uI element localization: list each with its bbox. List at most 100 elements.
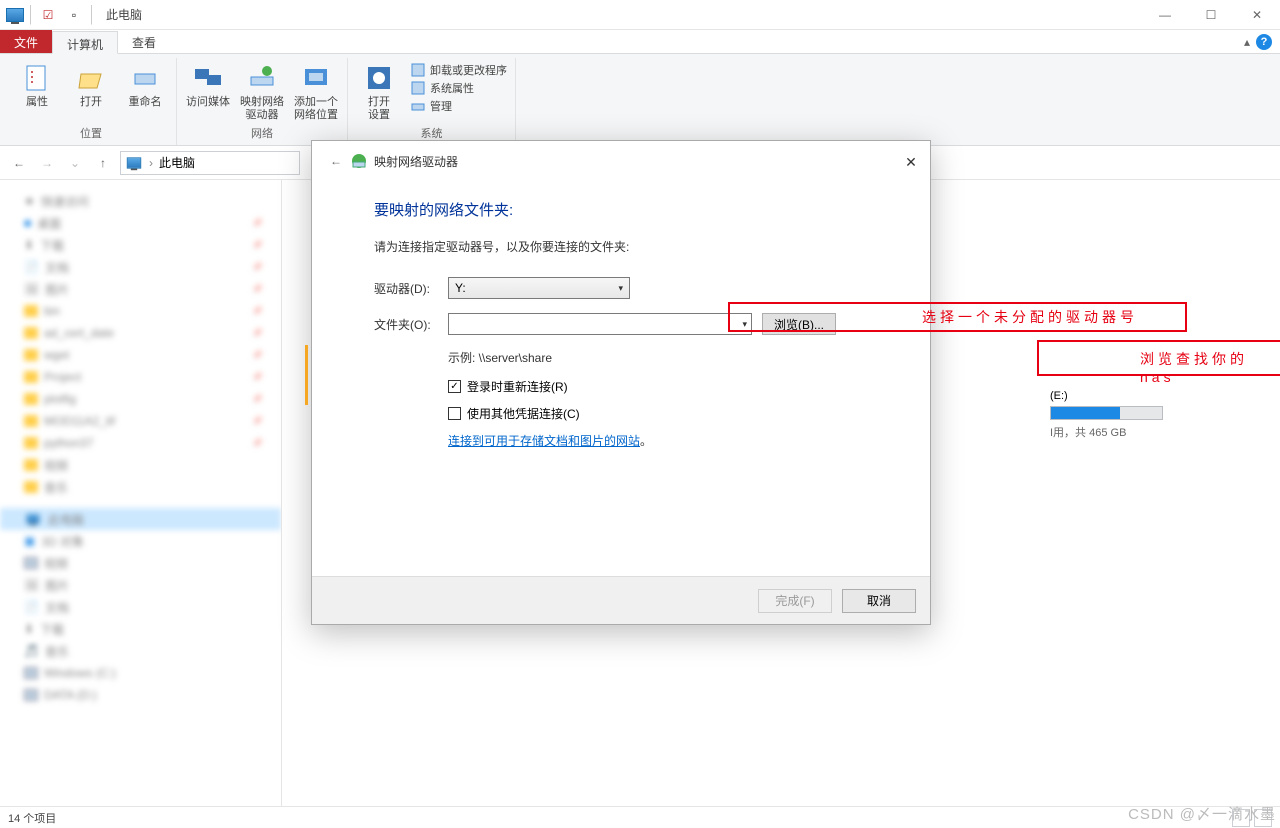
dialog-description: 请为连接指定驱动器号，以及你要连接的文件夹:	[374, 238, 894, 255]
network-location-icon	[300, 62, 332, 94]
dialog-title: 映射网络驱动器	[374, 153, 458, 170]
group-label-location: 位置	[80, 123, 102, 145]
qat-checkbox-icon[interactable]: ☑	[37, 4, 59, 26]
qat-folder-icon[interactable]: ▫	[63, 4, 85, 26]
drive-letter-value: Y:	[455, 281, 466, 295]
sidebar-item[interactable]: bin	[0, 300, 281, 322]
sidebar-item[interactable]: plotfig	[0, 388, 281, 410]
sidebar-item[interactable]: 视频	[0, 454, 281, 476]
window-minimize-button[interactable]: —	[1142, 0, 1188, 30]
manage-icon	[410, 98, 426, 114]
separator	[91, 5, 92, 25]
example-text: 示例: \\server\share	[448, 349, 894, 366]
other-credentials-checkbox[interactable]: 使用其他凭据连接(C)	[448, 405, 894, 422]
map-network-drive-dialog: ← 映射网络驱动器 ✕ 要映射的网络文件夹: 请为连接指定驱动器号，以及你要连接…	[311, 140, 931, 625]
properties-button[interactable]: 属性	[14, 58, 60, 109]
wizard-accent-bar	[305, 345, 308, 405]
window-maximize-button[interactable]: ☐	[1188, 0, 1234, 30]
window-title: 此电脑	[106, 6, 142, 23]
rename-icon	[129, 62, 161, 94]
sidebar-item[interactable]: 📄文档	[0, 256, 281, 278]
breadcrumb-label: 此电脑	[159, 154, 195, 171]
manage-button[interactable]: 管理	[410, 98, 507, 114]
folder-path-combobox[interactable]: ▾	[448, 313, 752, 335]
dialog-back-button[interactable]: ←	[322, 147, 350, 175]
sidebar-item[interactable]: 🖼图片	[0, 278, 281, 300]
drive-item-e[interactable]: (E:) I用，共 465 GB	[1050, 390, 1180, 440]
drive-label: (E:)	[1050, 390, 1180, 402]
access-media-button[interactable]: 访问媒体	[185, 58, 231, 109]
nav-up-button[interactable]: ↑	[92, 152, 114, 174]
sidebar-item[interactable]: 🎵音乐	[0, 640, 281, 662]
network-drive-icon	[246, 62, 278, 94]
dialog-close-button[interactable]: ✕	[900, 151, 922, 173]
map-network-drive-button[interactable]: 映射网络 驱动器	[239, 58, 285, 122]
settings-icon	[363, 62, 395, 94]
sidebar-item[interactable]: 🖼图片	[0, 574, 281, 596]
ribbon-collapse-button[interactable]: ▴	[1244, 35, 1250, 49]
sidebar-item[interactable]: Project	[0, 366, 281, 388]
media-icon	[192, 62, 224, 94]
drive-usage-bar	[1050, 406, 1163, 420]
cancel-button[interactable]: 取消	[842, 589, 916, 613]
sidebar-item[interactable]: 视频	[0, 552, 281, 574]
checkbox-unchecked-icon	[448, 407, 461, 420]
separator	[30, 5, 31, 25]
annotation-text-drive: 选择一个未分配的驱动器号	[922, 307, 1138, 327]
window-titlebar: ☑ ▫ 此电脑 — ☐ ✕	[0, 0, 1280, 30]
connect-website-link[interactable]: 连接到可用于存储文档和图片的网站。	[448, 432, 894, 449]
finish-button[interactable]: 完成(F)	[758, 589, 832, 613]
sidebar-item[interactable]: Windows (C:)	[0, 662, 281, 684]
app-icon	[6, 8, 24, 22]
sidebar-item[interactable]: ⬇下载	[0, 618, 281, 640]
drive-letter-select[interactable]: Y: ▾	[448, 277, 630, 299]
tab-computer[interactable]: 计算机	[52, 31, 118, 54]
sidebar-item[interactable]: ad_cert_date	[0, 322, 281, 344]
group-label-network: 网络	[251, 123, 273, 145]
tab-view[interactable]: 查看	[118, 30, 170, 53]
system-properties-button[interactable]: 系统属性	[410, 80, 507, 96]
add-network-location-button[interactable]: 添加一个 网络位置	[293, 58, 339, 122]
ribbon-tabs: 文件 计算机 查看 ▴ ?	[0, 30, 1280, 54]
window-close-button[interactable]: ✕	[1234, 0, 1280, 30]
nav-forward-button[interactable]: →	[36, 152, 58, 174]
uninstall-programs-button[interactable]: 卸载或更改程序	[410, 62, 507, 78]
nav-back-button[interactable]: ←	[8, 152, 30, 174]
chevron-down-icon: ▾	[742, 319, 747, 330]
checkbox-checked-icon: ✓	[448, 380, 461, 393]
ribbon-toolbar: 属性 打开 重命名 位置 访问媒体	[0, 54, 1280, 146]
thispc-icon	[127, 157, 141, 168]
sidebar-item[interactable]: ★快速访问	[0, 190, 281, 212]
sidebar-item[interactable]: ■桌面	[0, 212, 281, 234]
network-drive-wizard-icon	[350, 152, 368, 170]
sidebar-item[interactable]: 📄文档	[0, 596, 281, 618]
sidebar-item[interactable]: python37	[0, 432, 281, 454]
drive-subtext: I用，共 465 GB	[1050, 424, 1180, 440]
status-bar: 14 个项目	[0, 806, 1280, 828]
address-bar[interactable]: › 此电脑	[120, 151, 300, 175]
view-details-icon[interactable]	[1232, 809, 1250, 827]
sidebar-item[interactable]: ▣3D 对象	[0, 530, 281, 552]
properties-icon	[21, 62, 53, 94]
open-settings-button[interactable]: 打开 设置	[356, 58, 402, 122]
navigation-pane[interactable]: ★快速访问 ■桌面 ⬇下载 📄文档 🖼图片 bin ad_cert_date w…	[0, 180, 282, 806]
drive-letter-label: 驱动器(D):	[374, 280, 448, 297]
sidebar-item[interactable]: wget	[0, 344, 281, 366]
reconnect-at-logon-checkbox[interactable]: ✓ 登录时重新连接(R)	[448, 378, 894, 395]
uninstall-icon	[410, 62, 426, 78]
sidebar-item[interactable]: ⬇下载	[0, 234, 281, 256]
help-icon[interactable]: ?	[1256, 34, 1272, 50]
sidebar-item[interactable]: MOD11A2_tif	[0, 410, 281, 432]
nav-recent-dropdown[interactable]: ⌄	[64, 152, 86, 174]
dialog-heading: 要映射的网络文件夹:	[374, 199, 894, 220]
tab-file[interactable]: 文件	[0, 30, 52, 53]
view-large-icon[interactable]	[1254, 809, 1272, 827]
chevron-down-icon: ▾	[618, 283, 623, 294]
sidebar-item[interactable]: 音乐	[0, 476, 281, 498]
sidebar-item[interactable]: DATA (D:)	[0, 684, 281, 706]
browse-button[interactable]: 浏览(B)...	[762, 313, 836, 335]
rename-button[interactable]: 重命名	[122, 58, 168, 109]
sidebar-item-thispc[interactable]: 此电脑	[0, 508, 281, 530]
open-button[interactable]: 打开	[68, 58, 114, 109]
status-item-count: 14 个项目	[8, 810, 56, 826]
